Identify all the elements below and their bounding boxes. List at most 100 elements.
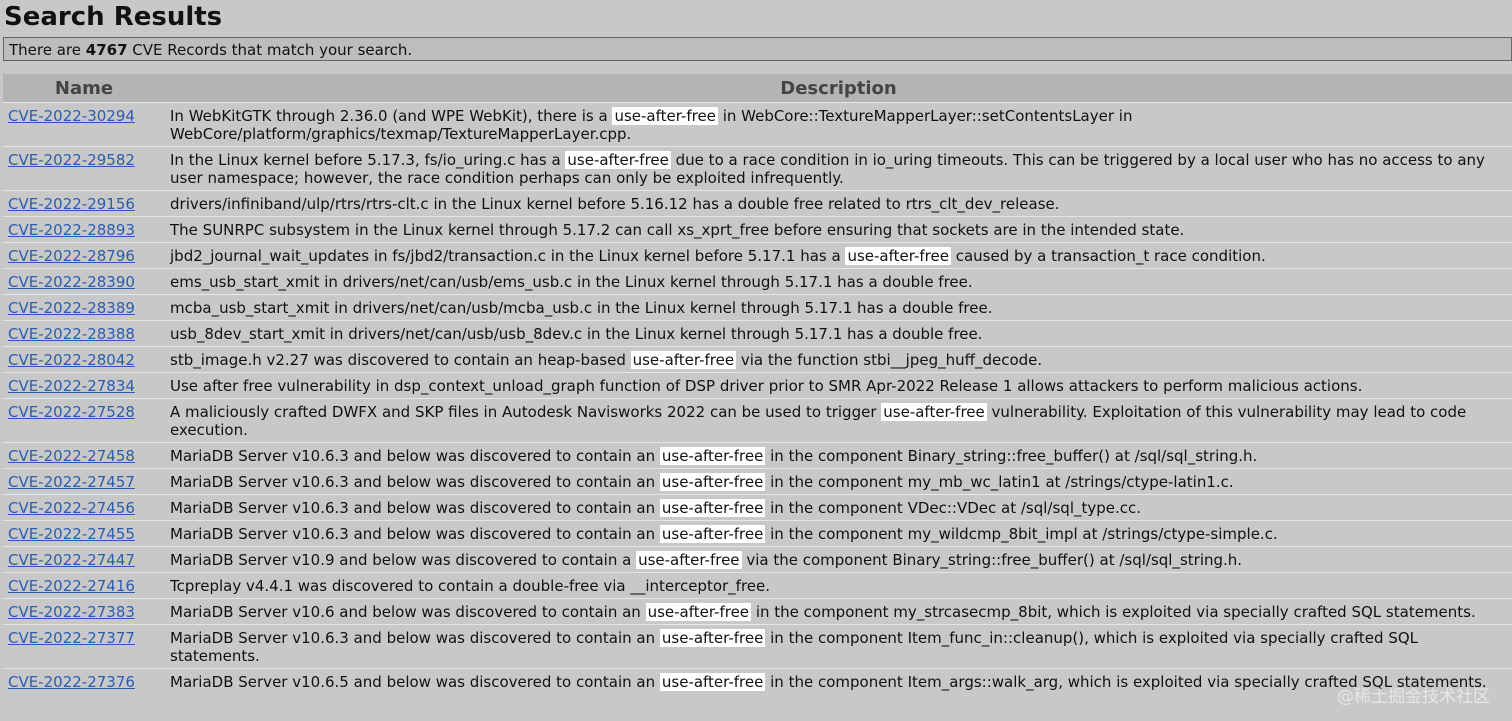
- table-row: CVE-2022-27376 MariaDB Server v10.6.5 and…: [3, 668, 1512, 695]
- results-summary: There are 4767 CVE Records that match yo…: [3, 37, 1512, 61]
- cve-name-cell: CVE-2022-29156: [3, 191, 165, 217]
- search-term-highlight: use-after-free: [845, 247, 951, 265]
- cve-description-cell: Tcpreplay v4.4.1 was discovered to conta…: [165, 573, 1512, 599]
- table-row: CVE-2022-27455 MariaDB Server v10.6.3 and…: [3, 520, 1512, 547]
- cve-description-cell: The SUNRPC subsystem in the Linux kernel…: [165, 217, 1512, 243]
- cve-description: MariaDB Server v10.6.3 and below was dis…: [170, 447, 1258, 465]
- cve-description-cell: MariaDB Server v10.6.3 and below was dis…: [165, 495, 1512, 521]
- cve-description-cell: jbd2_journal_wait_updates in fs/jbd2/tra…: [165, 243, 1512, 269]
- cve-id-link[interactable]: CVE-2022-27416: [8, 577, 135, 595]
- cve-name-cell: CVE-2022-27383: [3, 599, 165, 625]
- cve-id-link[interactable]: CVE-2022-30294: [8, 107, 135, 125]
- column-header-name: Name: [3, 74, 165, 103]
- cve-id-link[interactable]: CVE-2022-28388: [8, 325, 135, 343]
- table-row: CVE-2022-28796 jbd2_journal_wait_updates …: [3, 242, 1512, 269]
- table-row: CVE-2022-27457 MariaDB Server v10.6.3 and…: [3, 468, 1512, 495]
- page-title: Search Results: [4, 2, 223, 32]
- search-term-highlight: use-after-free: [636, 551, 742, 569]
- search-results-page: Search Results There are 4767 CVE Record…: [0, 0, 1512, 721]
- table-row: CVE-2022-27447 MariaDB Server v10.9 and b…: [3, 546, 1512, 573]
- cve-description-cell: In WebKitGTK through 2.36.0 (and WPE Web…: [165, 103, 1512, 147]
- cve-name-cell: CVE-2022-27377: [3, 625, 165, 669]
- table-row: CVE-2022-29582 In the Linux kernel before…: [3, 146, 1512, 191]
- cve-description: MariaDB Server v10.6.3 and below was dis…: [170, 525, 1278, 543]
- table-row: CVE-2022-30294 In WebKitGTK through 2.36.…: [3, 102, 1512, 147]
- cve-name-cell: CVE-2022-28388: [3, 321, 165, 347]
- cve-description: jbd2_journal_wait_updates in fs/jbd2/tra…: [170, 247, 1266, 265]
- cve-name-cell: CVE-2022-30294: [3, 103, 165, 147]
- cve-description-cell: MariaDB Server v10.6.5 and below was dis…: [165, 669, 1512, 695]
- cve-id-link[interactable]: CVE-2022-28796: [8, 247, 135, 265]
- cve-description-cell: ems_usb_start_xmit in drivers/net/can/us…: [165, 269, 1512, 295]
- table-row: CVE-2022-27834 Use after free vulnerabili…: [3, 372, 1512, 399]
- cve-id-link[interactable]: CVE-2022-27447: [8, 551, 135, 569]
- cve-description: MariaDB Server v10.6.3 and below was dis…: [170, 629, 1419, 665]
- search-term-highlight: use-after-free: [659, 525, 766, 543]
- cve-id-link[interactable]: CVE-2022-28042: [8, 351, 135, 369]
- cve-name-cell: CVE-2022-27416: [3, 573, 165, 599]
- summary-suffix: CVE Records that match your search.: [127, 41, 413, 59]
- cve-description-cell: A maliciously crafted DWFX and SKP files…: [165, 399, 1512, 443]
- cve-id-link[interactable]: CVE-2022-27458: [8, 447, 135, 465]
- cve-id-link[interactable]: CVE-2022-28389: [8, 299, 135, 317]
- cve-description-cell: In the Linux kernel before 5.17.3, fs/io…: [165, 147, 1512, 191]
- search-term-highlight: use-after-free: [659, 473, 766, 491]
- cve-id-link[interactable]: CVE-2022-28390: [8, 273, 135, 291]
- cve-description: mcba_usb_start_xmit in drivers/net/can/u…: [170, 299, 993, 317]
- cve-name-cell: CVE-2022-28390: [3, 269, 165, 295]
- cve-name-cell: CVE-2022-27455: [3, 521, 165, 547]
- cve-description: In WebKitGTK through 2.36.0 (and WPE Web…: [170, 107, 1133, 143]
- cve-id-link[interactable]: CVE-2022-27455: [8, 525, 135, 543]
- cve-id-link[interactable]: CVE-2022-27834: [8, 377, 135, 395]
- cve-description: MariaDB Server v10.6.3 and below was dis…: [170, 499, 1142, 517]
- cve-description-cell: MariaDB Server v10.6.3 and below was dis…: [165, 625, 1512, 669]
- cve-description-cell: stb_image.h v2.27 was discovered to cont…: [165, 347, 1512, 373]
- table-row: CVE-2022-27528 A maliciously crafted DWFX…: [3, 398, 1512, 443]
- cve-id-link[interactable]: CVE-2022-27528: [8, 403, 135, 421]
- cve-description: MariaDB Server v10.6.5 and below was dis…: [170, 673, 1487, 691]
- cve-id-link[interactable]: CVE-2022-27457: [8, 473, 135, 491]
- cve-name-cell: CVE-2022-28796: [3, 243, 165, 269]
- search-term-highlight: use-after-free: [659, 499, 766, 517]
- search-term-highlight: use-after-free: [612, 107, 718, 125]
- results-table-body: CVE-2022-30294 In WebKitGTK through 2.36.…: [3, 102, 1512, 695]
- cve-description: stb_image.h v2.27 was discovered to cont…: [170, 351, 1043, 369]
- cve-name-cell: CVE-2022-27528: [3, 399, 165, 443]
- table-row: CVE-2022-27456 MariaDB Server v10.6.3 and…: [3, 494, 1512, 521]
- cve-description: Use after free vulnerability in dsp_cont…: [170, 377, 1363, 395]
- summary-prefix: There are: [9, 41, 86, 59]
- cve-description-cell: usb_8dev_start_xmit in drivers/net/can/u…: [165, 321, 1512, 347]
- table-row: CVE-2022-27416 Tcpreplay v4.4.1 was disco…: [3, 572, 1512, 599]
- cve-description: The SUNRPC subsystem in the Linux kernel…: [170, 221, 1185, 239]
- cve-id-link[interactable]: CVE-2022-27383: [8, 603, 135, 621]
- search-term-highlight: use-after-free: [565, 151, 671, 169]
- cve-id-link[interactable]: CVE-2022-29582: [8, 151, 135, 169]
- cve-id-link[interactable]: CVE-2022-29156: [8, 195, 135, 213]
- cve-description: drivers/infiniband/ulp/rtrs/rtrs-clt.c i…: [170, 195, 1060, 213]
- cve-description: Tcpreplay v4.4.1 was discovered to conta…: [170, 577, 771, 595]
- table-row: CVE-2022-27383 MariaDB Server v10.6 and b…: [3, 598, 1512, 625]
- cve-id-link[interactable]: CVE-2022-28893: [8, 221, 135, 239]
- cve-name-cell: CVE-2022-27456: [3, 495, 165, 521]
- cve-description: In the Linux kernel before 5.17.3, fs/io…: [170, 151, 1485, 187]
- table-row: CVE-2022-27377 MariaDB Server v10.6.3 and…: [3, 624, 1512, 669]
- cve-description-cell: drivers/infiniband/ulp/rtrs/rtrs-clt.c i…: [165, 191, 1512, 217]
- cve-description-cell: MariaDB Server v10.9 and below was disco…: [165, 547, 1512, 573]
- cve-id-link[interactable]: CVE-2022-27377: [8, 629, 135, 647]
- cve-description: usb_8dev_start_xmit in drivers/net/can/u…: [170, 325, 983, 343]
- search-term-highlight: use-after-free: [881, 403, 987, 421]
- cve-name-cell: CVE-2022-27458: [3, 443, 165, 469]
- cve-id-link[interactable]: CVE-2022-27376: [8, 673, 135, 691]
- result-count: 4767: [85, 41, 128, 59]
- search-term-highlight: use-after-free: [659, 629, 766, 647]
- cve-id-link[interactable]: CVE-2022-27456: [8, 499, 135, 517]
- cve-description-cell: Use after free vulnerability in dsp_cont…: [165, 373, 1512, 399]
- table-row: CVE-2022-27458 MariaDB Server v10.6.3 and…: [3, 442, 1512, 469]
- table-row: CVE-2022-28388 usb_8dev_start_xmit in dri…: [3, 320, 1512, 347]
- table-header-row: Name Description: [3, 74, 1512, 103]
- cve-description: A maliciously crafted DWFX and SKP files…: [170, 403, 1467, 439]
- cve-name-cell: CVE-2022-28893: [3, 217, 165, 243]
- results-table: Name Description CVE-2022-30294 In WebKit…: [3, 74, 1512, 694]
- search-term-highlight: use-after-free: [630, 351, 737, 369]
- cve-description-cell: MariaDB Server v10.6.3 and below was dis…: [165, 469, 1512, 495]
